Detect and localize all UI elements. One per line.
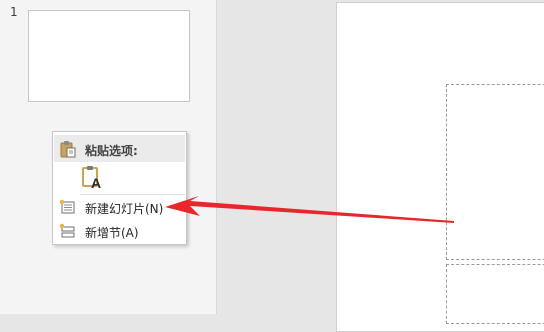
slide-thumbnail[interactable] <box>28 10 190 102</box>
svg-text:A: A <box>91 175 101 190</box>
menu-item-new-section[interactable]: 新增节(A) <box>54 220 185 242</box>
new-section-icon <box>59 223 75 243</box>
new-slide-label: 新建幻灯片(N) <box>85 202 164 216</box>
slide-number: 1 <box>10 5 18 19</box>
paste-keep-text-only-button[interactable]: A <box>80 164 106 191</box>
paste-options-label: 粘贴选项: <box>85 144 138 158</box>
menu-item-new-slide[interactable]: 新建幻灯片(N) <box>54 196 185 218</box>
paste-options-header: 粘贴选项: <box>54 135 185 162</box>
paste-keep-text-icon: A <box>80 166 106 194</box>
title-placeholder[interactable] <box>446 84 544 260</box>
workspace-gap <box>217 0 336 314</box>
clipboard-icon <box>60 140 76 162</box>
menu-separator <box>80 194 185 195</box>
new-section-label: 新增节(A) <box>85 226 139 240</box>
new-slide-icon <box>59 199 75 219</box>
context-menu: 粘贴选项: A 新建幻灯片(N) 新增节(A) <box>52 131 187 245</box>
subtitle-placeholder[interactable] <box>446 264 544 324</box>
